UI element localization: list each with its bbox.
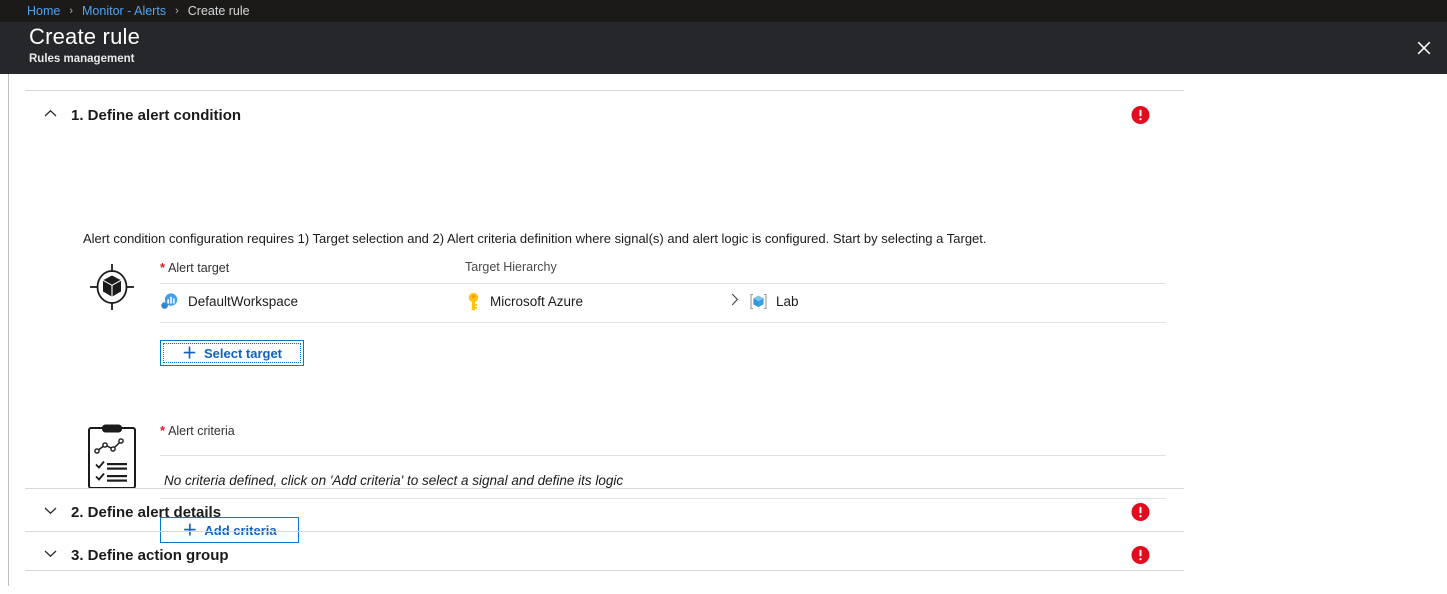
error-exclamation-icon-glyph	[1131, 106, 1150, 125]
section-description: Alert condition configuration requires 1…	[83, 231, 987, 246]
column-header-alert-target: *Alert target	[160, 260, 229, 275]
required-marker: *	[160, 260, 165, 275]
section-title: 2. Define alert details	[71, 504, 221, 521]
alert-criteria-label-text: Alert criteria	[168, 424, 235, 438]
clipboard-chart-checklist-icon	[87, 424, 137, 490]
divider	[25, 570, 1184, 571]
breadcrumb-separator: ›	[175, 5, 179, 17]
divider	[160, 283, 1166, 284]
chevron-right-icon-glyph	[731, 293, 739, 306]
required-marker: *	[160, 423, 165, 438]
chevron-up-icon-glyph	[44, 109, 57, 118]
alert-target-name: DefaultWorkspace	[188, 294, 298, 309]
log-analytics-workspace-icon-glyph	[160, 292, 179, 311]
hierarchy-resource-group-label: Lab	[776, 294, 799, 309]
chevron-down-icon-glyph	[44, 549, 57, 558]
blade-title-bar: Create rule Rules management	[0, 22, 1447, 74]
close-icon-glyph	[1417, 41, 1431, 55]
chevron-right-icon	[731, 293, 739, 310]
section-header-define-action-group[interactable]: 3. Define action group	[9, 531, 1438, 579]
chevron-down-icon	[43, 505, 57, 519]
plus-icon: ＋	[182, 346, 197, 361]
clipboard-chart-checklist-icon-glyph	[87, 424, 137, 490]
target-hierarchy-value: Microsoft Azure Lab	[465, 292, 799, 311]
create-rule-panel: 1. Define alert condition Alert conditio…	[8, 74, 1439, 586]
resource-group-cube-icon-glyph	[749, 292, 768, 311]
breadcrumb-item-monitor-alerts[interactable]: Monitor - Alerts	[82, 4, 166, 18]
section-header-define-alert-condition[interactable]: 1. Define alert condition	[9, 91, 1438, 139]
target-crosshair-cube-icon-glyph	[87, 262, 137, 312]
divider	[160, 322, 1166, 323]
resource-group-cube-icon	[749, 292, 768, 311]
log-analytics-workspace-icon	[160, 292, 179, 311]
select-target-button-label: Select target	[204, 346, 282, 361]
error-exclamation-icon	[1131, 106, 1150, 125]
breadcrumb: Home › Monitor - Alerts › Create rule	[0, 0, 1447, 22]
page-title: Create rule	[29, 24, 140, 50]
page-subtitle: Rules management	[29, 53, 134, 65]
chevron-up-icon	[43, 108, 57, 122]
divider	[160, 455, 1166, 456]
select-target-button[interactable]: ＋ Select target	[160, 340, 304, 366]
subscription-key-icon-glyph	[465, 292, 482, 311]
section-header-define-alert-details[interactable]: 2. Define alert details	[9, 488, 1438, 536]
error-exclamation-icon	[1131, 503, 1150, 522]
error-exclamation-icon-glyph	[1131, 503, 1150, 522]
table-row-alert-target[interactable]: DefaultWorkspace	[160, 292, 298, 311]
error-exclamation-icon-glyph	[1131, 546, 1150, 565]
chevron-down-icon-glyph	[44, 506, 57, 515]
breadcrumb-item-create-rule: Create rule	[188, 4, 250, 18]
alert-criteria-empty-message: No criteria defined, click on 'Add crite…	[164, 473, 623, 488]
error-exclamation-icon	[1131, 546, 1150, 565]
hierarchy-scope-label: Microsoft Azure	[490, 294, 583, 309]
close-icon[interactable]	[1401, 22, 1447, 74]
alert-criteria-label: *Alert criteria	[160, 423, 235, 438]
chevron-down-icon	[43, 548, 57, 562]
section-title: 1. Define alert condition	[71, 107, 241, 124]
subscription-key-icon	[465, 292, 482, 311]
section-title: 3. Define action group	[71, 547, 229, 564]
breadcrumb-item-home[interactable]: Home	[27, 4, 60, 18]
column-header-target-hierarchy: Target Hierarchy	[465, 260, 557, 274]
breadcrumb-separator: ›	[69, 5, 73, 17]
column-header-alert-target-label: Alert target	[168, 261, 229, 275]
target-crosshair-cube-icon	[87, 262, 137, 312]
